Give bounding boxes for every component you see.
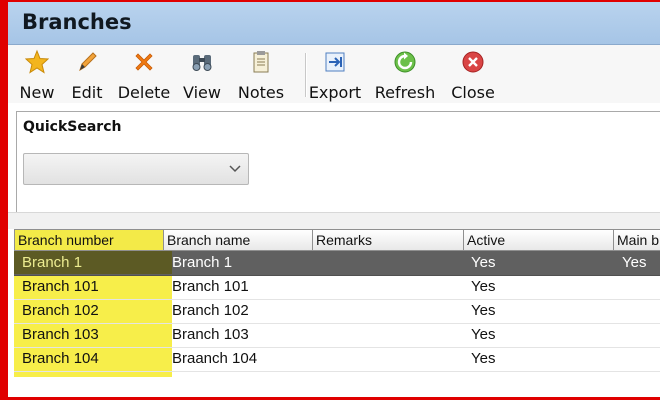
table-row[interactable]: Branch 1 Branch 1 Yes Yes — [14, 251, 660, 276]
branch-number-cell: Branch 102 — [22, 302, 99, 319]
refresh-icon — [394, 51, 416, 73]
branch-name-cell: Branch 103 — [172, 326, 249, 343]
branch-name-cell: Branch 101 — [172, 278, 249, 295]
export-label: Export — [308, 83, 362, 102]
export-icon — [325, 52, 345, 72]
close-circle-icon — [462, 51, 484, 73]
binoculars-icon — [192, 55, 212, 71]
column-header-branch-name[interactable]: Branch name — [164, 229, 313, 251]
table-row[interactable]: Branch 101 Branch 101 Yes — [14, 275, 660, 300]
cross-icon — [135, 53, 153, 71]
active-cell: Yes — [471, 278, 496, 295]
title-bar: Branches — [8, 2, 660, 45]
branches-grid: Branch number Branch name Remarks Active… — [14, 229, 660, 397]
table-row[interactable]: Branch 102 Branch 102 Yes — [14, 299, 660, 324]
new-label: New — [19, 83, 55, 102]
new-button[interactable]: New — [16, 49, 58, 102]
chevron-down-icon — [229, 165, 241, 173]
branch-name-cell: Braanch 104 — [172, 350, 258, 367]
view-label: View — [183, 83, 221, 102]
quicksearch-panel: QuickSearch — [16, 111, 660, 213]
export-button[interactable]: Export — [308, 49, 362, 102]
quicksearch-dropdown[interactable] — [23, 153, 249, 185]
table-row[interactable]: Branch 104 Braanch 104 Yes — [14, 347, 660, 372]
branch-name-cell: Branch 1 — [172, 254, 233, 271]
branch-name-cell: Branch 102 — [172, 302, 249, 319]
delete-button[interactable]: Delete — [116, 49, 172, 102]
notes-button[interactable]: Notes — [234, 49, 288, 102]
splitter[interactable] — [8, 212, 660, 229]
main-branch-cell: Yes — [622, 254, 647, 271]
table-row[interactable]: Branch 103 Branch 103 Yes — [14, 323, 660, 348]
close-button[interactable]: Close — [448, 49, 498, 102]
active-cell: Yes — [471, 254, 496, 271]
window-title: Branches — [22, 10, 132, 34]
delete-label: Delete — [117, 83, 171, 102]
view-button[interactable]: View — [180, 49, 224, 102]
column-header-main-branch[interactable]: Main b — [614, 229, 660, 251]
branch-number-cell: Branch 103 — [22, 326, 99, 343]
branch-number-cell: Branch 104 — [22, 350, 99, 367]
close-label: Close — [451, 83, 495, 102]
active-cell: Yes — [471, 326, 496, 343]
notes-label: Notes — [237, 83, 285, 102]
toolbar-separator — [305, 53, 307, 97]
branch-number-cell: Branch 101 — [22, 278, 99, 295]
active-cell: Yes — [471, 302, 496, 319]
column-header-remarks[interactable]: Remarks — [313, 229, 464, 251]
active-cell: Yes — [471, 350, 496, 367]
edit-button[interactable]: Edit — [68, 49, 106, 102]
refresh-button[interactable]: Refresh — [374, 49, 436, 102]
column-header-branch-number[interactable]: Branch number — [14, 229, 164, 251]
refresh-label: Refresh — [374, 83, 436, 102]
pencil-icon — [79, 52, 97, 72]
quicksearch-title: QuickSearch — [23, 119, 122, 135]
edit-label: Edit — [71, 83, 103, 102]
star-icon — [25, 49, 49, 74]
toolbar: New Edit Delete View Notes Export Refres… — [8, 45, 660, 103]
notepad-icon — [253, 51, 269, 73]
column-header-active[interactable]: Active — [464, 229, 614, 251]
branch-number-cell: Branch 1 — [22, 254, 83, 271]
